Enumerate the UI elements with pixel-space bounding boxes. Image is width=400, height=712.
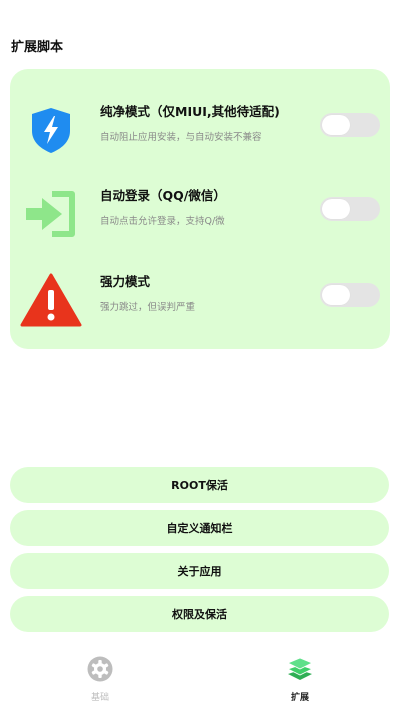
feature-description: 自动点击允许登录，支持Q/微 xyxy=(100,216,225,227)
feature-pure-mode: 纯净模式（仅MIUI,其他待适配) 自动阻止应用安装，与自动安装不兼容 xyxy=(10,97,390,177)
auto-login-toggle[interactable] xyxy=(320,197,380,221)
warning-icon xyxy=(18,267,84,333)
about-app-button[interactable]: 关于应用 xyxy=(10,553,389,589)
nav-item-extension[interactable]: 扩展 xyxy=(260,650,340,712)
nav-item-basic[interactable]: 基础 xyxy=(60,650,140,712)
pure-mode-toggle[interactable] xyxy=(320,113,380,137)
feature-title: 自动登录（QQ/微信） xyxy=(100,188,226,203)
custom-notification-button[interactable]: 自定义通知栏 xyxy=(10,510,389,546)
toggle-knob xyxy=(322,115,350,135)
permissions-keepalive-button[interactable]: 权限及保活 xyxy=(10,596,389,632)
login-arrow-icon xyxy=(18,181,84,247)
feature-description: 自动阻止应用安装，与自动安装不兼容 xyxy=(100,132,262,143)
lightning-shield-icon xyxy=(18,97,84,163)
root-keepalive-button[interactable]: ROOT保活 xyxy=(10,467,389,503)
feature-title: 强力模式 xyxy=(100,274,151,289)
bottom-nav: 基础 扩展 xyxy=(0,650,400,712)
gear-icon xyxy=(87,656,113,682)
feature-card: 纯净模式（仅MIUI,其他待适配) 自动阻止应用安装，与自动安装不兼容 自动登录… xyxy=(10,69,390,349)
feature-description: 强力跳过，但误判严重 xyxy=(100,302,196,313)
toggle-knob xyxy=(322,199,350,219)
feature-title: 纯净模式（仅MIUI,其他待适配) xyxy=(100,104,280,119)
force-mode-toggle[interactable] xyxy=(320,283,380,307)
nav-label: 基础 xyxy=(90,693,109,703)
nav-label: 扩展 xyxy=(290,693,309,703)
feature-auto-login: 自动登录（QQ/微信） 自动点击允许登录，支持Q/微 xyxy=(10,181,390,261)
page-title: 扩展脚本 xyxy=(11,40,64,55)
toggle-knob xyxy=(322,285,350,305)
feature-force-mode: 强力模式 强力跳过，但误判严重 xyxy=(10,267,390,347)
layers-icon xyxy=(286,656,314,682)
